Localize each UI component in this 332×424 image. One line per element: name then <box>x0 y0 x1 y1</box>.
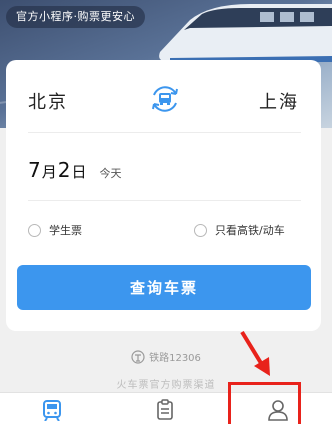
order-list-icon <box>157 399 173 420</box>
highspeed-only-label: 只看高铁/动车 <box>215 224 285 237</box>
ticket-search-card: 北京 上海 7 月 2 日 今天 学生票 只看高铁/动车 查询车票 <box>6 60 321 331</box>
departure-station[interactable]: 北京 <box>28 88 68 114</box>
railway-logo-icon <box>131 349 145 364</box>
highspeed-only-radio[interactable] <box>194 223 207 237</box>
departure-date[interactable]: 7 月 2 日 今天 <box>28 158 122 182</box>
arrival-station[interactable]: 上海 <box>259 88 299 114</box>
brand-name: 铁路12306 <box>149 353 201 364</box>
annotation-arrow-icon <box>240 330 270 376</box>
tab-orders[interactable] <box>145 399 185 423</box>
date-month: 7 <box>28 158 42 182</box>
student-ticket-label: 学生票 <box>49 224 82 237</box>
search-tickets-button[interactable]: 查询车票 <box>17 265 311 310</box>
tab-train-tickets[interactable] <box>32 399 72 423</box>
annotation-highlight-box <box>228 382 301 424</box>
official-badge: 官方小程序·购票更安心 <box>6 6 145 28</box>
date-day: 2 <box>57 158 72 182</box>
date-divider <box>28 200 301 201</box>
railway-brand: 铁路12306 <box>0 349 332 364</box>
train-ticket-icon <box>43 400 61 421</box>
student-ticket-radio[interactable] <box>28 223 41 237</box>
highspeed-only-option[interactable]: 只看高铁/动车 <box>194 222 285 238</box>
date-note: 今天 <box>99 167 122 180</box>
student-ticket-option[interactable]: 学生票 <box>28 222 82 238</box>
date-month-unit: 月 <box>41 163 58 181</box>
date-day-unit: 日 <box>71 163 88 181</box>
swap-stations-icon[interactable] <box>149 83 181 115</box>
station-divider <box>28 132 301 133</box>
